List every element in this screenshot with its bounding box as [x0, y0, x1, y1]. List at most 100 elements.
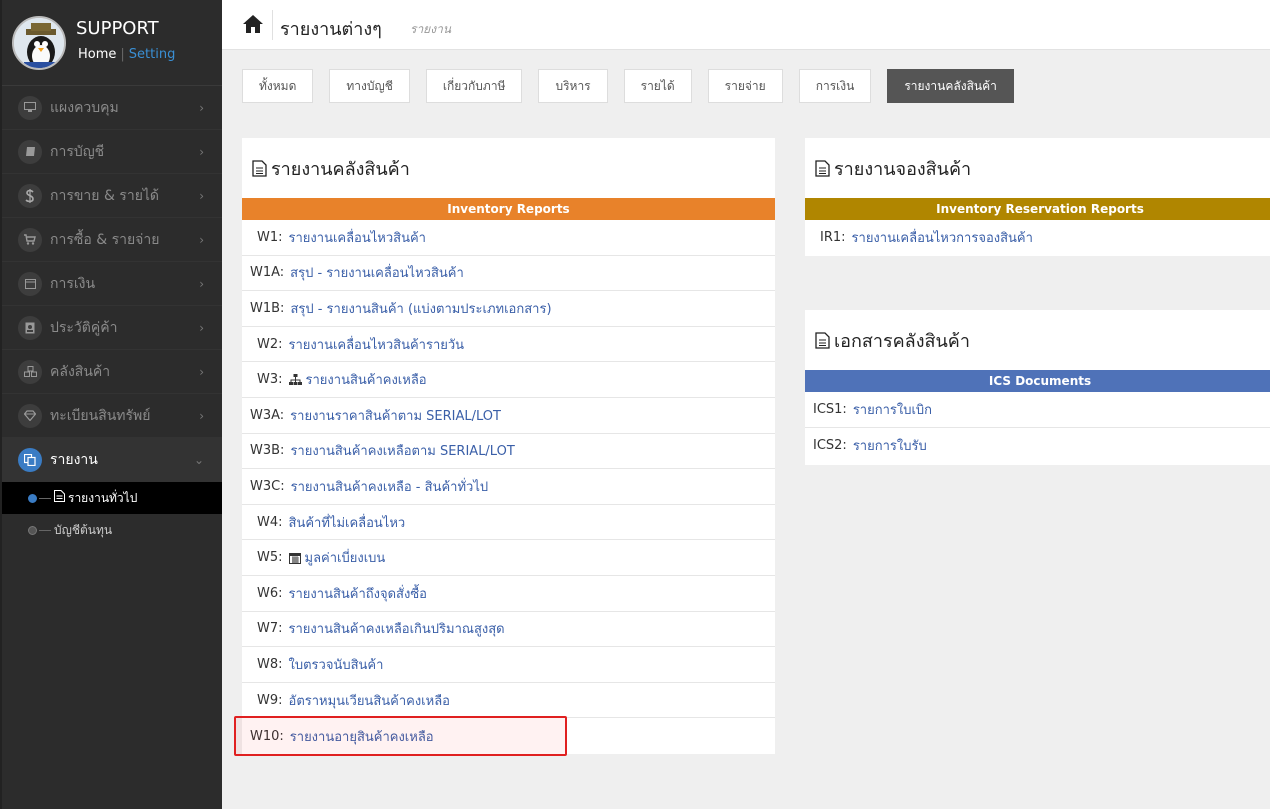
sitemap-icon — [288, 374, 302, 386]
panel-title: เอกสารคลังสินค้า — [805, 310, 1270, 370]
setting-link[interactable]: Setting — [129, 47, 176, 62]
tab-income[interactable]: รายได้ — [623, 69, 692, 103]
sidebar-item-label: ทะเบียนสินทรัพย์ — [50, 407, 151, 424]
panel-title: รายงานจองสินค้า — [805, 138, 1270, 198]
calendar-icon — [18, 271, 42, 296]
page-title: รายงานต่างๆ — [280, 19, 382, 40]
document-icon — [252, 159, 267, 177]
ics-documents-panel: เอกสารคลังสินค้า ICS Documents ICS1: รายก… — [805, 310, 1270, 465]
report-link[interactable]: อัตราหมุนเวียนสินค้าคงเหลือ — [289, 690, 450, 711]
report-code: ICS2: — [813, 437, 847, 453]
report-row: W3: รายงานสินค้าคงเหลือ — [242, 362, 775, 398]
avatar[interactable] — [12, 16, 66, 70]
sidebar-item-finance[interactable]: การเงิน › — [2, 262, 222, 306]
report-row: W7: รายงานสินค้าคงเหลือเกินปริมาณสูงสุด — [242, 612, 775, 648]
tab-inventory-reports[interactable]: รายงานคลังสินค้า — [887, 69, 1014, 103]
report-link[interactable]: รายงานอายุสินค้าคงเหลือ — [290, 726, 434, 747]
report-row: W3B: รายงานสินค้าคงเหลือตาม SERIAL/LOT — [242, 434, 775, 470]
chevron-right-icon: › — [199, 409, 204, 423]
inventory-reservation-panel: รายงานจองสินค้า Inventory Reservation Re… — [805, 138, 1270, 256]
tab-finance[interactable]: การเงิน — [798, 69, 872, 103]
chevron-down-icon: ⌄ — [193, 453, 204, 467]
calendar-icon — [288, 552, 301, 564]
report-row: W6: รายงานสินค้าถึงจุดสั่งซื้อ — [242, 576, 775, 612]
sidebar-subitem-cost-accounting[interactable]: บัญชีต้นทุน — [2, 514, 222, 546]
sidebar-item-dashboard[interactable]: แผงควบคุม › — [2, 86, 222, 130]
tab-expense[interactable]: รายจ่าย — [707, 69, 783, 103]
sidebar: SUPPORT Home | Setting แผงควบคุม › การบัญช… — [2, 0, 222, 809]
page-header: รายงานต่างๆ รายงาน — [222, 0, 1270, 50]
report-link[interactable]: รายงานเคลื่อนไหวสินค้า — [289, 227, 426, 248]
report-row: W9: อัตราหมุนเวียนสินค้าคงเหลือ — [242, 683, 775, 719]
panel-header-bar: Inventory Reports — [242, 198, 775, 220]
report-link[interactable]: รายการใบเบิก — [853, 399, 932, 420]
tab-management[interactable]: บริหาร — [538, 69, 608, 103]
submenu-dot — [28, 494, 37, 503]
report-link[interactable]: รายงานสินค้าคงเหลือเกินปริมาณสูงสุด — [289, 618, 505, 639]
sidebar-item-warehouse[interactable]: คลังสินค้า › — [2, 350, 222, 394]
sidebar-item-label: การเงิน — [50, 275, 96, 292]
sidebar-item-label: การบัญชี — [50, 143, 105, 160]
sidebar-item-label: การซื้อ & รายจ่าย — [50, 231, 160, 248]
report-link[interactable]: รายงานเคลื่อนไหวการจองสินค้า — [852, 227, 1033, 248]
report-link[interactable]: รายงานสินค้าคงเหลือ — [306, 369, 427, 390]
report-category-tabs: ทั้งหมด ทางบัญชี เกี่ยวกับภาษี บริหาร รา… — [242, 69, 1014, 103]
tab-tax[interactable]: เกี่ยวกับภาษี — [425, 69, 523, 103]
sidebar-item-label: แผงควบคุม — [50, 99, 119, 116]
home-link[interactable]: Home — [78, 47, 116, 62]
chevron-right-icon: › — [199, 145, 204, 159]
report-link[interactable]: รายงานราคาสินค้าตาม SERIAL/LOT — [290, 405, 501, 426]
document-icon — [815, 331, 830, 349]
sidebar-brand: SUPPORT Home | Setting — [2, 0, 222, 86]
sidebar-item-reports[interactable]: รายงาน ⌄ — [2, 438, 222, 482]
report-link[interactable]: มูลค่าเบี่ยงเบน — [305, 547, 386, 568]
sidebar-item-accounting[interactable]: การบัญชี › — [2, 130, 222, 174]
sidebar-item-sales-income[interactable]: การขาย & รายได้ › — [2, 174, 222, 218]
document-icon — [815, 159, 830, 177]
sidebar-item-partner-history[interactable]: ประวัติคู่ค้า › — [2, 306, 222, 350]
sidebar-item-label: คลังสินค้า — [50, 363, 111, 380]
report-code: W3B: — [250, 443, 285, 459]
cart-icon — [18, 227, 42, 252]
chevron-right-icon: › — [199, 189, 204, 203]
report-link[interactable]: รายงานเคลื่อนไหวสินค้ารายวัน — [289, 334, 465, 355]
sidebar-subitem-general-reports[interactable]: รายงานทั่วไป — [2, 482, 222, 514]
report-link[interactable]: สรุป - รายงานเคลื่อนไหวสินค้า — [290, 262, 464, 283]
report-link[interactable]: รายงานสินค้าคงเหลือตาม SERIAL/LOT — [290, 440, 514, 461]
report-code: W1A: — [250, 265, 285, 281]
header-divider — [272, 10, 273, 40]
report-link[interactable]: รายงานสินค้าถึงจุดสั่งซื้อ — [289, 583, 427, 604]
report-code: ICS1: — [813, 401, 847, 417]
tab-accounting[interactable]: ทางบัญชี — [329, 69, 410, 103]
panel-header-bar: Inventory Reservation Reports — [805, 198, 1270, 220]
report-link[interactable]: ใบตรวจนับสินค้า — [289, 654, 384, 675]
submenu-dot — [28, 526, 37, 535]
sidebar-item-purchase-expense[interactable]: การซื้อ & รายจ่าย › — [2, 218, 222, 262]
report-code: W7: — [257, 621, 283, 637]
report-link[interactable]: สรุป - รายงานสินค้า (แบ่งตามประเภทเอกสาร… — [290, 298, 551, 319]
chevron-right-icon: › — [199, 101, 204, 115]
report-code: W3C: — [250, 478, 285, 494]
report-link[interactable]: รายงานสินค้าคงเหลือ - สินค้าทั่วไป — [291, 476, 489, 497]
report-link[interactable]: รายการใบรับ — [853, 435, 927, 456]
main-content: รายงานต่างๆ รายงาน ทั้งหมด ทางบัญชี เกี่… — [222, 0, 1270, 809]
submenu-connector — [39, 498, 51, 499]
sidebar-item-label: รายงาน — [50, 451, 98, 468]
monitor-icon — [18, 95, 42, 120]
home-icon[interactable] — [242, 14, 264, 34]
panel-title-text: รายงานจองสินค้า — [834, 158, 972, 180]
brand-links-separator: | — [120, 47, 125, 62]
report-code: W8: — [257, 656, 283, 672]
panel-title-text: รายงานคลังสินค้า — [271, 158, 410, 180]
sidebar-item-asset-register[interactable]: ทะเบียนสินทรัพย์ › — [2, 394, 222, 438]
tab-all[interactable]: ทั้งหมด — [242, 69, 314, 103]
report-link[interactable]: สินค้าที่ไม่เคลื่อนไหว — [289, 512, 406, 533]
contact-card-icon — [18, 315, 42, 340]
report-row: W1A: สรุป - รายงานเคลื่อนไหวสินค้า — [242, 256, 775, 292]
chevron-right-icon: › — [199, 277, 204, 291]
chevron-right-icon: › — [199, 365, 204, 379]
report-row: W3C: รายงานสินค้าคงเหลือ - สินค้าทั่วไป — [242, 469, 775, 505]
copy-icon — [18, 447, 42, 472]
report-code: W1: — [257, 229, 283, 245]
submenu-label-text: รายงานทั่วไป — [68, 490, 138, 505]
